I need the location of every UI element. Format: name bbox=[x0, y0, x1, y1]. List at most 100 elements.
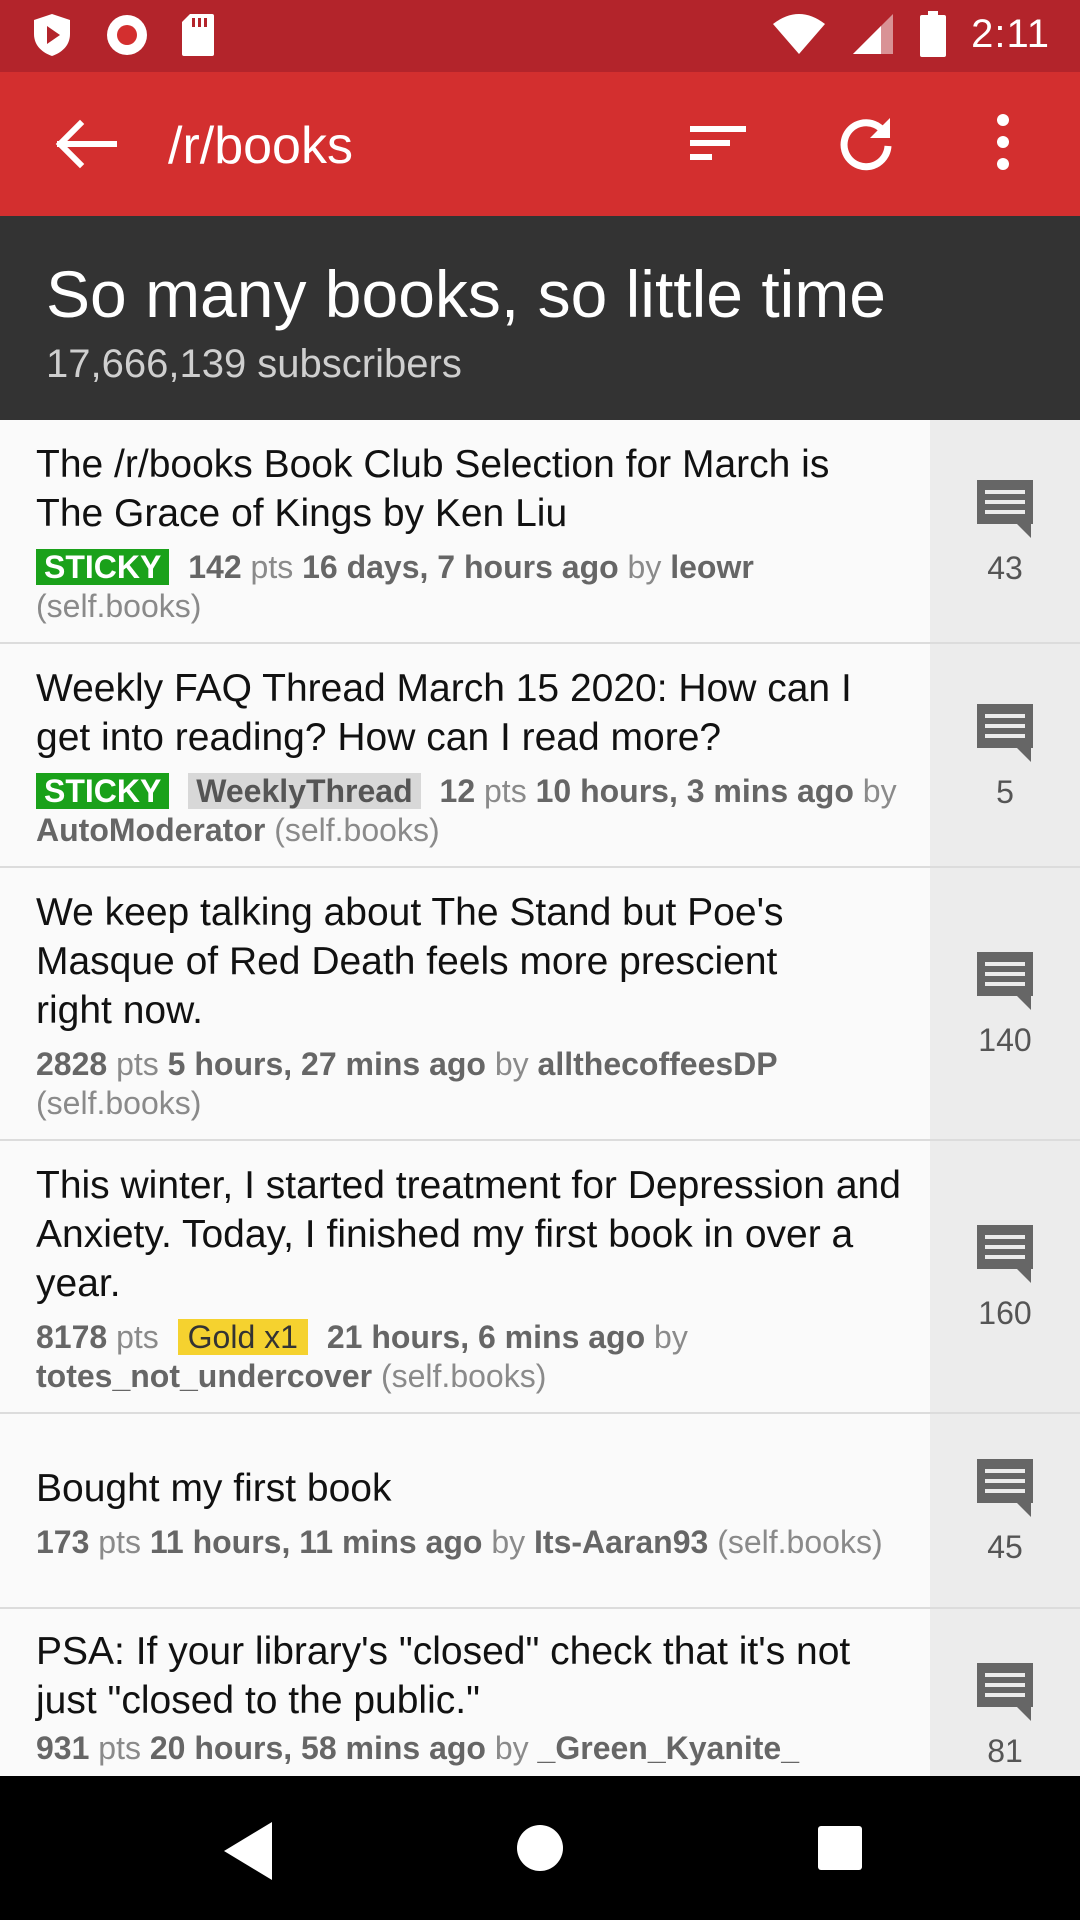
subscriber-count: 17,666,139 subscribers bbox=[46, 342, 462, 386]
more-vert-icon[interactable] bbox=[988, 112, 1018, 172]
comment-icon bbox=[977, 1459, 1033, 1517]
post-author[interactable]: totes_not_undercover bbox=[36, 1358, 372, 1394]
post-author[interactable]: allthecoffeesDP bbox=[538, 1046, 778, 1082]
battery-icon bbox=[920, 11, 947, 57]
points-label: pts bbox=[484, 773, 527, 809]
refresh-icon[interactable] bbox=[836, 112, 896, 172]
comment-icon bbox=[977, 1225, 1033, 1283]
post-content[interactable]: Weekly FAQ Thread March 15 2020: How can… bbox=[0, 644, 930, 866]
post-list: The /r/books Book Club Selection for Mar… bbox=[0, 420, 1080, 1776]
post-points: 8178 bbox=[36, 1319, 108, 1355]
comments-button[interactable]: 43 bbox=[930, 420, 1080, 642]
record-icon bbox=[107, 15, 147, 55]
subreddit-header: So many books, so little time 17,666,139… bbox=[0, 216, 1080, 420]
post-time: 21 hours, 6 mins ago bbox=[326, 1319, 646, 1355]
post-title[interactable]: Weekly FAQ Thread March 15 2020: How can… bbox=[36, 664, 902, 762]
comment-count: 81 bbox=[987, 1733, 1023, 1769]
points-label: pts bbox=[116, 1319, 159, 1355]
sort-icon[interactable] bbox=[688, 118, 748, 168]
status-time: 2:11 bbox=[971, 11, 1050, 56]
post-author[interactable]: _Green_Kyanite_ bbox=[538, 1730, 799, 1766]
post-points: 12 bbox=[439, 773, 476, 809]
app-bar: /r/books bbox=[0, 72, 1080, 216]
post-meta: 2828 pts 5 hours, 27 mins ago by allthec… bbox=[36, 1045, 902, 1123]
by-label: by bbox=[494, 1730, 529, 1766]
comment-count: 43 bbox=[987, 549, 1023, 586]
post-meta: 931 pts 20 hours, 58 mins ago by _Green_… bbox=[36, 1729, 902, 1768]
post-item[interactable]: PSA: If your library's "closed" check th… bbox=[0, 1609, 1080, 1776]
post-item[interactable]: This winter, I started treatment for Dep… bbox=[0, 1141, 1080, 1414]
post-points: 931 bbox=[36, 1730, 90, 1766]
post-title[interactable]: We keep talking about The Stand but Poe'… bbox=[36, 888, 902, 1035]
post-meta: STICKY WeeklyThread 12 pts 10 hours, 3 m… bbox=[36, 772, 902, 850]
post-author[interactable]: leowr bbox=[670, 549, 754, 585]
comment-icon bbox=[977, 703, 1033, 762]
comments-button[interactable]: 160 bbox=[930, 1141, 1080, 1412]
page-title: /r/books bbox=[168, 117, 353, 175]
post-points: 142 bbox=[188, 549, 242, 585]
post-content[interactable]: Bought my first book 173 pts 11 hours, 1… bbox=[0, 1414, 930, 1607]
comment-count: 160 bbox=[978, 1295, 1032, 1331]
points-label: pts bbox=[250, 549, 294, 585]
sd-card-icon bbox=[182, 14, 214, 56]
subreddit-title: So many books, so little time bbox=[46, 257, 887, 331]
post-time: 20 hours, 58 mins ago bbox=[149, 1730, 486, 1766]
post-title[interactable]: The /r/books Book Club Selection for Mar… bbox=[36, 440, 902, 538]
comments-button[interactable]: 81 bbox=[930, 1609, 1080, 1776]
post-title[interactable]: PSA: If your library's "closed" check th… bbox=[36, 1627, 902, 1725]
post-content[interactable]: This winter, I started treatment for Dep… bbox=[0, 1141, 930, 1412]
points-label: pts bbox=[98, 1523, 141, 1560]
post-item[interactable]: We keep talking about The Stand but Poe'… bbox=[0, 868, 1080, 1141]
shield-play-icon bbox=[34, 14, 70, 56]
by-label: by bbox=[627, 549, 662, 585]
post-time: 5 hours, 27 mins ago bbox=[167, 1046, 486, 1082]
post-title[interactable]: This winter, I started treatment for Dep… bbox=[36, 1161, 902, 1308]
comments-button[interactable]: 5 bbox=[930, 644, 1080, 866]
post-points: 173 bbox=[36, 1523, 90, 1560]
post-domain: (self.books) bbox=[274, 812, 440, 848]
points-label: pts bbox=[98, 1730, 141, 1766]
post-content[interactable]: PSA: If your library's "closed" check th… bbox=[0, 1609, 930, 1776]
by-label: by bbox=[491, 1523, 526, 1560]
nav-back-icon[interactable] bbox=[218, 1818, 278, 1884]
gold-badge: Gold x1 bbox=[177, 1319, 308, 1355]
comment-count: 5 bbox=[996, 773, 1014, 810]
post-content[interactable]: The /r/books Book Club Selection for Mar… bbox=[0, 420, 930, 642]
post-title[interactable]: Bought my first book bbox=[36, 1464, 902, 1513]
comment-icon bbox=[977, 479, 1033, 538]
post-time: 16 days, 7 hours ago bbox=[302, 549, 619, 585]
post-time: 11 hours, 11 mins ago bbox=[149, 1523, 483, 1560]
comment-icon bbox=[977, 1663, 1033, 1721]
post-meta: 173 pts 11 hours, 11 mins ago by Its-Aar… bbox=[36, 1523, 902, 1562]
wifi-icon bbox=[773, 14, 826, 54]
post-content[interactable]: We keep talking about The Stand but Poe'… bbox=[0, 868, 930, 1139]
by-label: by bbox=[494, 1046, 529, 1082]
post-points: 2828 bbox=[36, 1046, 108, 1082]
post-author[interactable]: Its-Aaran93 bbox=[534, 1524, 708, 1560]
signal-icon bbox=[853, 14, 894, 54]
post-item[interactable]: Weekly FAQ Thread March 15 2020: How can… bbox=[0, 644, 1080, 868]
nav-recents-icon[interactable] bbox=[816, 1824, 864, 1872]
points-label: pts bbox=[116, 1046, 159, 1082]
post-domain: (self.books) bbox=[380, 1358, 547, 1394]
comment-icon bbox=[977, 952, 1033, 1010]
back-arrow-icon[interactable] bbox=[50, 116, 120, 172]
sticky-badge: STICKY bbox=[36, 549, 170, 585]
sticky-badge: STICKY bbox=[36, 773, 170, 809]
comments-button[interactable]: 45 bbox=[930, 1414, 1080, 1607]
post-domain: (self.books) bbox=[36, 1085, 202, 1121]
status-bar: 2:11 bbox=[0, 0, 1080, 72]
post-item[interactable]: Bought my first book 173 pts 11 hours, 1… bbox=[0, 1414, 1080, 1609]
comment-count: 140 bbox=[978, 1022, 1032, 1058]
post-meta: STICKY 142 pts 16 days, 7 hours ago by l… bbox=[36, 548, 902, 626]
flair-badge: WeeklyThread bbox=[188, 773, 421, 809]
by-label: by bbox=[654, 1319, 688, 1355]
post-domain: (self.books) bbox=[36, 588, 202, 624]
post-author[interactable]: AutoModerator bbox=[36, 812, 265, 848]
post-time: 10 hours, 3 mins ago bbox=[535, 773, 854, 809]
nav-home-icon[interactable] bbox=[516, 1824, 564, 1872]
post-domain: (self.books) bbox=[717, 1523, 883, 1560]
post-item[interactable]: The /r/books Book Club Selection for Mar… bbox=[0, 420, 1080, 644]
comments-button[interactable]: 140 bbox=[930, 868, 1080, 1139]
post-meta: 8178 pts Gold x1 21 hours, 6 mins ago by… bbox=[36, 1318, 902, 1396]
